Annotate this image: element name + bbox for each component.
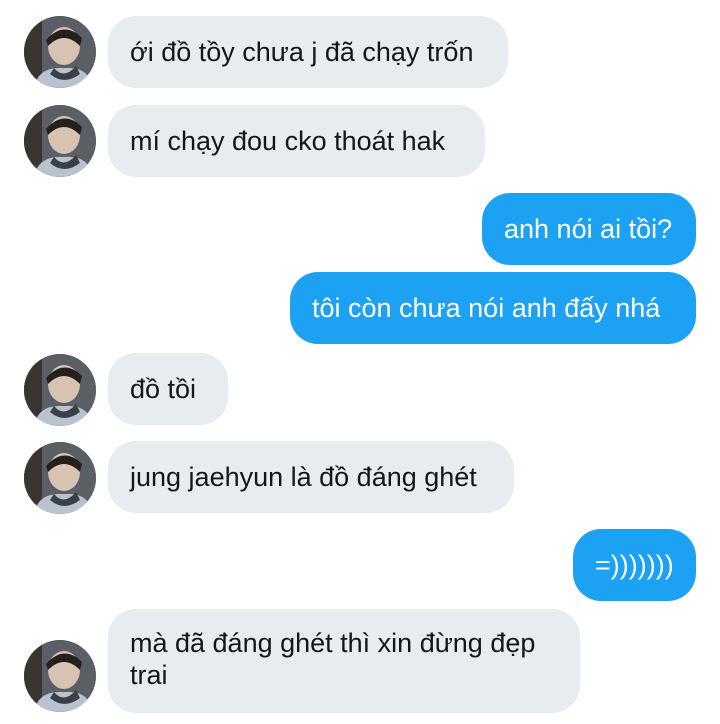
avatar-photo-icon: [24, 640, 96, 712]
message-bubble-outgoing: =))))))): [573, 529, 696, 601]
message-bubble-outgoing: tôi còn chưa nói anh đấy nhá: [290, 272, 696, 344]
contact-avatar[interactable]: [24, 442, 96, 514]
avatar-photo-icon: [24, 105, 96, 177]
contact-avatar[interactable]: [24, 640, 96, 712]
message-bubble-outgoing: anh nói ai tồi?: [482, 193, 696, 265]
avatar-photo-icon: [24, 16, 96, 88]
message-bubble-incoming: mí chạy đou cko thoát hak: [108, 105, 485, 177]
contact-avatar[interactable]: [24, 354, 96, 426]
avatar-photo-icon: [24, 354, 96, 426]
contact-avatar[interactable]: [24, 16, 96, 88]
contact-avatar[interactable]: [24, 105, 96, 177]
message-bubble-incoming: jung jaehyun là đồ đáng ghét: [108, 441, 514, 513]
message-bubble-incoming: ới đồ tồy chưa j đã chạy trốn: [108, 16, 508, 88]
avatar-photo-icon: [24, 442, 96, 514]
message-bubble-incoming: đồ tồi: [108, 353, 228, 425]
message-bubble-incoming: mà đã đáng ghét thì xin đừng đẹp trai: [108, 609, 580, 713]
